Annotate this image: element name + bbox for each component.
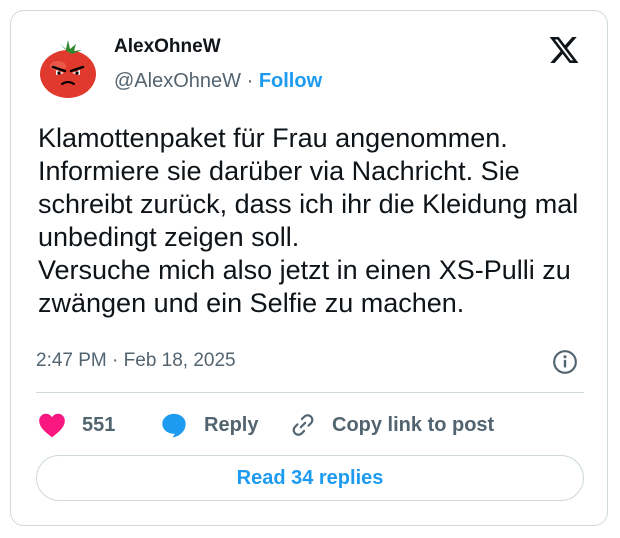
link-icon: [292, 414, 314, 436]
tweet-timestamp[interactable]: 2:47 PM · Feb 18, 2025: [36, 350, 236, 372]
tweet-text: Klamottenpaket für Frau angenommen. Info…: [38, 123, 579, 318]
info-icon[interactable]: [552, 349, 578, 375]
author-handle-row: @AlexOhneW · Follow: [114, 70, 322, 93]
read-replies-label: Read 34 replies: [236, 466, 384, 489]
reply-button[interactable]: Reply: [160, 410, 258, 440]
x-logo-icon[interactable]: [548, 34, 580, 66]
copy-link-label: Copy link to post: [332, 413, 495, 436]
like-count: 551: [82, 413, 116, 436]
avatar[interactable]: [36, 36, 100, 100]
reply-label: Reply: [204, 413, 259, 436]
author-display-name[interactable]: AlexOhneW: [114, 36, 221, 58]
author-handle[interactable]: @AlexOhneW: [114, 70, 241, 92]
like-button[interactable]: 551: [38, 410, 115, 440]
read-replies-button[interactable]: Read 34 replies: [36, 455, 584, 501]
copy-link-button[interactable]: Copy link to post: [290, 410, 494, 440]
speech-bubble-icon: [162, 413, 186, 438]
heart-icon: [39, 413, 65, 438]
follow-button[interactable]: Follow: [259, 70, 322, 92]
divider: [36, 392, 584, 393]
separator-dot: ·: [246, 70, 254, 92]
